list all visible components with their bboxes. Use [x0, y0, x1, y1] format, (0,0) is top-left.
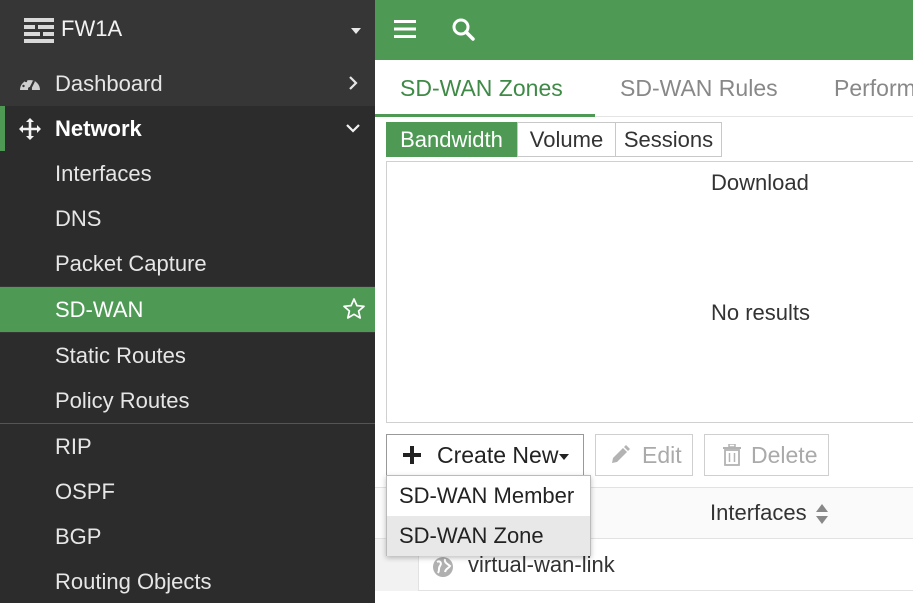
- sidebar-item-dns[interactable]: DNS: [0, 196, 375, 241]
- segment-bandwidth[interactable]: Bandwidth: [386, 122, 517, 157]
- sidebar-item-label: SD-WAN: [55, 297, 144, 322]
- menu-item-sd-wan-member[interactable]: SD-WAN Member: [387, 476, 590, 516]
- menu-item-sd-wan-zone[interactable]: SD-WAN Zone: [387, 516, 590, 556]
- sidebar-item-packet-capture[interactable]: Packet Capture: [0, 241, 375, 286]
- sidebar-item-label: BGP: [55, 524, 102, 549]
- chevron-right-icon: [349, 76, 358, 90]
- dashboard-icon: [20, 77, 40, 91]
- search-icon[interactable]: [451, 17, 475, 41]
- network-move-icon: [19, 118, 41, 140]
- sidebar-item-dashboard[interactable]: Dashboard: [0, 61, 375, 106]
- trash-icon: [723, 444, 741, 466]
- sidebar-item-interfaces[interactable]: Interfaces: [0, 151, 375, 196]
- empty-state-text: No results: [711, 300, 811, 325]
- device-header[interactable]: FW1A: [0, 0, 375, 60]
- chart-title: Download: [711, 170, 809, 195]
- sidebar-item-label: Dashboard: [55, 71, 163, 96]
- tab-sd-wan-rules[interactable]: SD-WAN Rules: [620, 75, 778, 102]
- sidebar-item-sd-wan[interactable]: SD-WAN: [0, 287, 375, 332]
- edit-button[interactable]: Edit: [595, 434, 693, 476]
- device-dropdown-icon[interactable]: [351, 28, 361, 34]
- delete-label: Delete: [751, 442, 818, 468]
- sidebar-item-network[interactable]: Network: [0, 106, 375, 151]
- sort-icon[interactable]: [815, 503, 829, 525]
- sidebar-item-label: DNS: [55, 206, 102, 231]
- plus-icon: [403, 446, 421, 464]
- create-new-dropdown: SD-WAN Member SD-WAN Zone: [386, 475, 591, 556]
- sidebar: FW1A Dashboard Network Interfaces DNS Pa…: [0, 0, 375, 603]
- caret-down-icon: [559, 454, 569, 460]
- sidebar-item-routing-objects[interactable]: Routing Objects: [0, 559, 375, 603]
- tab-bar: SD-WAN Zones SD-WAN Rules Perform: [375, 60, 913, 117]
- segment-sessions[interactable]: Sessions: [615, 122, 722, 157]
- create-new-button[interactable]: Create New: [386, 434, 584, 476]
- delete-button[interactable]: Delete: [704, 434, 829, 476]
- favorite-star-icon[interactable]: [342, 297, 366, 321]
- sidebar-item-label: Static Routes: [55, 343, 186, 368]
- segment-volume[interactable]: Volume: [517, 122, 616, 157]
- create-new-label: Create New: [437, 442, 559, 468]
- sidebar-item-label: Interfaces: [55, 161, 152, 186]
- column-header-interfaces[interactable]: Interfaces: [710, 500, 807, 526]
- sidebar-item-label: RIP: [55, 434, 92, 459]
- active-tab-indicator: [375, 114, 595, 117]
- hamburger-menu-icon[interactable]: [394, 19, 416, 39]
- sidebar-item-label: Network: [55, 116, 142, 141]
- sd-wan-zone-icon: [433, 557, 453, 577]
- tab-sd-wan-zones[interactable]: SD-WAN Zones: [400, 75, 563, 102]
- top-bar: [375, 0, 913, 60]
- fortigate-device-icon: [24, 18, 54, 43]
- sidebar-item-bgp[interactable]: BGP: [0, 514, 375, 559]
- sidebar-item-label: Packet Capture: [55, 251, 207, 276]
- sidebar-item-label: Routing Objects: [55, 569, 212, 594]
- edit-label: Edit: [642, 442, 682, 468]
- chevron-down-icon: [346, 124, 360, 133]
- sidebar-item-static-routes[interactable]: Static Routes: [0, 333, 375, 378]
- tab-performance[interactable]: Perform: [834, 75, 913, 102]
- sidebar-item-rip[interactable]: RIP: [0, 424, 375, 469]
- sidebar-item-label: Policy Routes: [55, 388, 190, 413]
- sidebar-item-label: OSPF: [55, 479, 115, 504]
- download-chart-panel: Download No results: [386, 161, 913, 423]
- device-name: FW1A: [61, 16, 123, 41]
- sidebar-item-policy-routes[interactable]: Policy Routes: [0, 378, 375, 423]
- sidebar-item-ospf[interactable]: OSPF: [0, 469, 375, 514]
- pencil-icon: [612, 445, 630, 463]
